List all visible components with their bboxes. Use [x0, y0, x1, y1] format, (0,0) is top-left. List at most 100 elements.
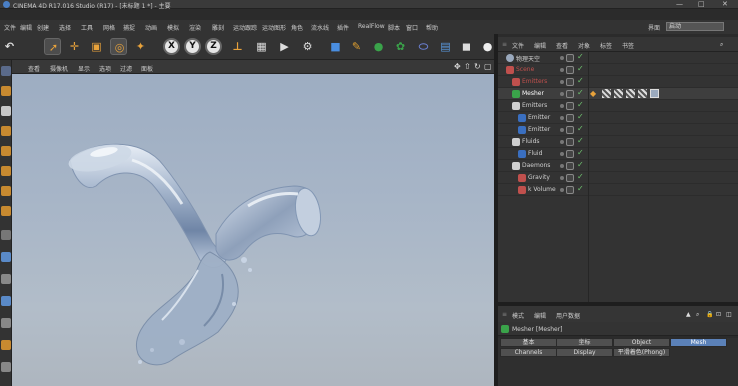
viewport-maximize-icon[interactable]: ▢ [484, 62, 492, 71]
make-editable-icon[interactable] [1, 66, 11, 76]
menu-motion-tracking[interactable]: 运动跟踪 [233, 23, 257, 32]
viewport-rotate-icon[interactable]: ↻ [474, 62, 481, 71]
om-menu-bookmarks[interactable]: 书签 [622, 41, 634, 50]
menu-animate[interactable]: 动画 [145, 23, 157, 32]
enabled-check-icon[interactable]: ✓ [577, 160, 584, 169]
visibility-dot[interactable] [560, 80, 564, 84]
menu-sculpt[interactable]: 雕刻 [212, 23, 224, 32]
y-axis-button[interactable]: Y [184, 38, 201, 55]
menu-mesh[interactable]: 网格 [103, 23, 115, 32]
close-button[interactable]: ✕ [722, 0, 728, 8]
tweak-mode-icon[interactable] [1, 230, 11, 240]
viewport-solo-icon[interactable] [1, 362, 11, 372]
undo-button[interactable]: ↶ [1, 38, 18, 55]
edges-mode-icon[interactable] [1, 166, 11, 176]
enabled-check-icon[interactable]: ✓ [577, 148, 584, 157]
am-more-icon[interactable]: ◫ [726, 311, 732, 318]
visibility-dot[interactable] [560, 128, 564, 132]
menu-plugins[interactable]: 插件 [337, 23, 349, 32]
om-menu-icon[interactable]: ≡ [502, 41, 507, 48]
am-menu-user-data[interactable]: 用户数据 [556, 311, 580, 320]
menu-edit[interactable]: 编辑 [20, 23, 32, 32]
menu-tools[interactable]: 工具 [81, 23, 93, 32]
enabled-check-icon[interactable]: ✓ [577, 64, 584, 73]
layout-select[interactable]: 启动 [666, 22, 724, 31]
viewport-menu-view[interactable]: 查看 [28, 64, 40, 73]
cube-button[interactable]: ■ [327, 38, 344, 55]
maximize-button[interactable]: □ [698, 0, 705, 8]
menu-pipeline[interactable]: 流水线 [311, 23, 329, 32]
3d-viewport[interactable] [12, 74, 494, 386]
viewport-menu-display[interactable]: 显示 [78, 64, 90, 73]
viewport-menu-filter[interactable]: 过滤 [120, 64, 132, 73]
om-menu-view[interactable]: 查看 [556, 41, 568, 50]
enable-checkbox[interactable] [566, 150, 574, 158]
enable-checkbox[interactable] [566, 162, 574, 170]
menu-create[interactable]: 创建 [37, 23, 49, 32]
rotate-button[interactable]: ◎ [110, 38, 127, 55]
object-row[interactable]: Gravity ✓ [498, 172, 738, 184]
solo-icon[interactable] [1, 318, 11, 328]
om-menu-tags[interactable]: 标签 [600, 41, 612, 50]
am-new-panel-icon[interactable]: ⊡ [716, 311, 721, 318]
enabled-check-icon[interactable]: ✓ [577, 52, 584, 61]
material-tag-icon[interactable] [602, 89, 611, 98]
object-row[interactable]: Daemons ✓ [498, 160, 738, 172]
enabled-check-icon[interactable]: ✓ [577, 100, 584, 109]
object-row[interactable]: Emitters ✓ [498, 100, 738, 112]
object-row[interactable]: k Volume ✓ [498, 184, 738, 196]
move-button[interactable]: ✛ [66, 38, 83, 55]
object-row[interactable]: Emitters ✓ [498, 76, 738, 88]
om-menu-edit[interactable]: 编辑 [534, 41, 546, 50]
axis-mode-icon[interactable] [1, 206, 11, 216]
lock-workplane-icon[interactable] [1, 274, 11, 284]
om-menu-objects[interactable]: 对象 [578, 41, 590, 50]
recent-tool-button[interactable]: ✦ [132, 38, 149, 55]
snap-icon[interactable] [1, 252, 11, 262]
visibility-dot[interactable] [560, 152, 564, 156]
workplane-mode-icon[interactable] [1, 126, 11, 136]
scale-button[interactable]: ▣ [88, 38, 105, 55]
render-picture-viewer-button[interactable]: ▶ [276, 38, 293, 55]
menu-script[interactable]: 脚本 [388, 23, 400, 32]
am-up-arrow-icon[interactable]: ▲ [686, 311, 691, 318]
menu-help[interactable]: 帮助 [426, 23, 438, 32]
polygons-mode-icon[interactable] [1, 186, 11, 196]
menu-window[interactable]: 窗口 [406, 23, 418, 32]
object-row[interactable]: Fluid ✓ [498, 148, 738, 160]
coordinate-system-button[interactable]: ⊥ [229, 38, 246, 55]
am-menu-mode[interactable]: 模式 [512, 311, 524, 320]
object-row[interactable]: Fluids ✓ [498, 136, 738, 148]
menu-character[interactable]: 角色 [291, 23, 303, 32]
enabled-check-icon[interactable]: ✓ [577, 88, 584, 97]
visibility-dot[interactable] [560, 116, 564, 120]
visibility-dot[interactable] [560, 164, 564, 168]
render-settings-button[interactable]: ⚙ [299, 38, 316, 55]
am-search-icon[interactable]: ⌕ [696, 311, 699, 319]
enable-checkbox[interactable] [566, 126, 574, 134]
material-tag-icon[interactable] [626, 89, 635, 98]
menu-simulate[interactable]: 模拟 [167, 23, 179, 32]
pen-button[interactable]: ✎ [348, 38, 365, 55]
menu-render[interactable]: 渲染 [189, 23, 201, 32]
object-row[interactable]: 物理天空 ✓ [498, 52, 738, 64]
deformer-button[interactable]: ⬭ [415, 38, 432, 55]
enabled-check-icon[interactable]: ✓ [577, 184, 584, 193]
visibility-dot[interactable] [560, 104, 564, 108]
enabled-check-icon[interactable]: ✓ [577, 112, 584, 121]
model-mode-icon[interactable] [1, 86, 11, 96]
enable-checkbox[interactable] [566, 66, 574, 74]
viewport-menu-cameras[interactable]: 摄像机 [50, 64, 68, 73]
display-tag-icon[interactable] [650, 89, 659, 98]
enable-checkbox[interactable] [566, 138, 574, 146]
visibility-dot[interactable] [560, 56, 564, 60]
enabled-check-icon[interactable]: ✓ [577, 136, 584, 145]
viewport-move-icon[interactable]: ✥ [454, 62, 461, 71]
enabled-check-icon[interactable]: ✓ [577, 124, 584, 133]
menu-realflow[interactable]: RealFlow [358, 23, 385, 30]
subdivision-button[interactable]: ● [370, 38, 387, 55]
enable-checkbox[interactable] [566, 90, 574, 98]
enable-checkbox[interactable] [566, 54, 574, 62]
material-tag-icon[interactable] [614, 89, 623, 98]
enable-checkbox[interactable] [566, 186, 574, 194]
